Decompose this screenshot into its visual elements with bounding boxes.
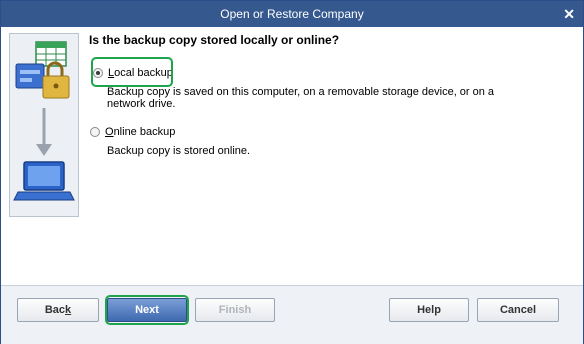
next-button[interactable]: Next: [107, 298, 187, 322]
online-backup-option[interactable]: Online backup: [90, 126, 175, 138]
help-button[interactable]: Help: [389, 298, 469, 322]
close-icon[interactable]: ✕: [563, 1, 575, 27]
down-arrow-icon: [36, 108, 52, 156]
question-heading: Is the backup copy stored locally or onl…: [89, 33, 340, 47]
backup-illustration: [13, 41, 75, 201]
online-backup-radio[interactable]: [90, 127, 100, 137]
finish-button: Finish: [195, 298, 275, 322]
spreadsheet-icon: [35, 41, 67, 67]
window-title: Open or Restore Company: [220, 7, 364, 21]
dialog-window: Open or Restore Company ✕ Is the backup …: [0, 0, 584, 344]
illustration-panel: [9, 33, 79, 217]
laptop-icon: [13, 161, 75, 201]
cancel-button[interactable]: Cancel: [477, 298, 559, 322]
local-backup-description-line1: Backup copy is saved on this computer, o…: [107, 86, 495, 98]
online-backup-description: Backup copy is stored online.: [107, 145, 251, 157]
local-backup-description-line2: network drive.: [107, 98, 176, 110]
title-bar: Open or Restore Company ✕: [1, 1, 583, 27]
server-icon: [15, 63, 45, 89]
online-backup-label[interactable]: Online backup: [105, 126, 175, 138]
back-button[interactable]: Back: [17, 298, 99, 322]
local-backup-highlight: [91, 57, 173, 87]
lock-icon: [42, 61, 70, 99]
